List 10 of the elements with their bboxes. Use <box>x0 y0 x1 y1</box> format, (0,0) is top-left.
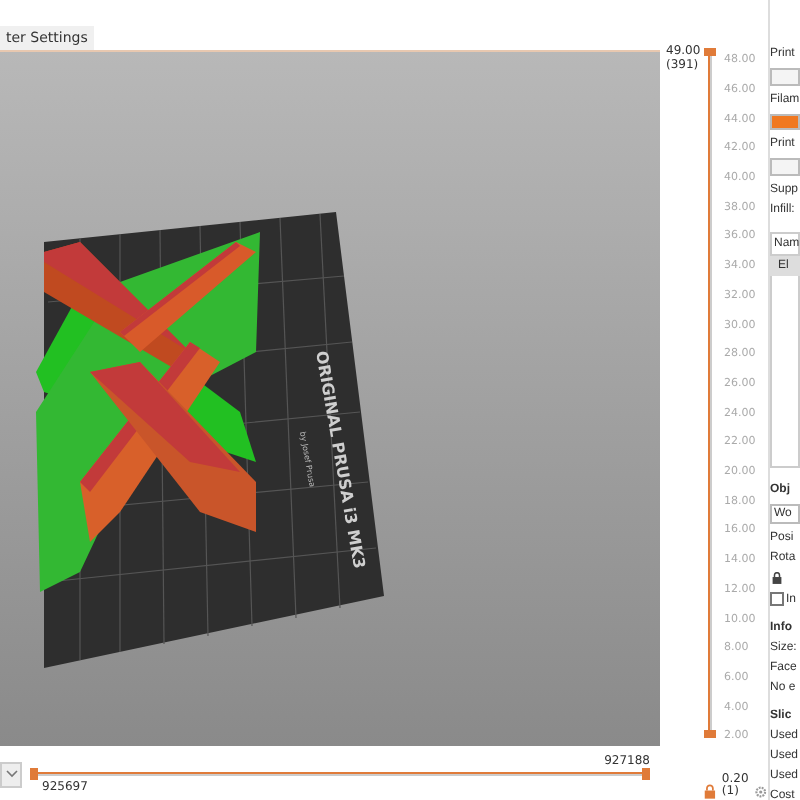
preset-dropdown[interactable] <box>770 158 800 177</box>
preset-dropdown[interactable] <box>770 68 800 87</box>
lock-icon[interactable] <box>770 571 784 584</box>
caret-icon <box>6 770 18 778</box>
vertical-slider[interactable] <box>704 48 716 739</box>
settings-icon[interactable] <box>754 784 768 800</box>
horizontal-slider[interactable] <box>30 768 650 780</box>
filament-color-swatch[interactable] <box>770 114 800 131</box>
bed-label: ORIGINAL PRUSA i3 MK3 <box>312 349 369 570</box>
view-dropdown[interactable] <box>0 761 22 787</box>
